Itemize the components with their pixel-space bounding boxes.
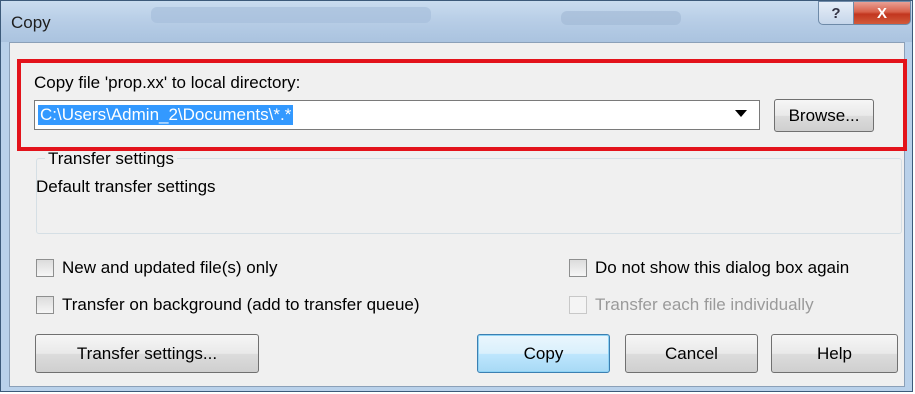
title-bar-background-blur	[151, 7, 431, 23]
close-icon[interactable]: X	[853, 1, 911, 25]
do-not-show-again-label: Do not show this dialog box again	[595, 258, 850, 277]
target-directory-input[interactable]: C:\Users\Admin_2\Documents\*.*	[38, 105, 294, 125]
chevron-down-icon[interactable]	[735, 110, 747, 117]
transfer-settings-legend: Transfer settings	[45, 151, 177, 167]
transfer-individually-label: Transfer each file individually	[595, 295, 814, 314]
copy-button[interactable]: Copy	[477, 334, 610, 373]
target-directory-combobox[interactable]: C:\Users\Admin_2\Documents\*.*	[34, 100, 760, 130]
browse-button[interactable]: Browse...	[774, 99, 874, 132]
transfer-background-label: Transfer on background (add to transfer …	[62, 295, 420, 314]
transfer-individually-option: Transfer each file individually	[569, 295, 814, 315]
do-not-show-again-checkbox[interactable]	[569, 259, 587, 277]
new-updated-only-option[interactable]: New and updated file(s) only	[36, 258, 277, 278]
transfer-background-option[interactable]: Transfer on background (add to transfer …	[36, 295, 420, 315]
title-bar-background-blur	[561, 11, 681, 25]
new-updated-only-checkbox[interactable]	[36, 259, 54, 277]
transfer-background-checkbox[interactable]	[36, 296, 54, 314]
help-button[interactable]: Help	[771, 334, 898, 373]
window-title: Copy	[11, 13, 51, 32]
title-bar[interactable]: Copy ? X	[1, 1, 912, 42]
target-directory-label: Copy file 'prop.xx' to local directory:	[34, 73, 301, 92]
transfer-settings-button[interactable]: Transfer settings...	[35, 334, 259, 373]
new-updated-only-label: New and updated file(s) only	[62, 258, 278, 277]
cancel-button[interactable]: Cancel	[625, 334, 758, 373]
do-not-show-again-option[interactable]: Do not show this dialog box again	[569, 258, 849, 278]
transfer-individually-checkbox	[569, 296, 587, 314]
help-icon[interactable]: ?	[818, 1, 854, 25]
transfer-settings-value: Default transfer settings	[36, 177, 216, 196]
